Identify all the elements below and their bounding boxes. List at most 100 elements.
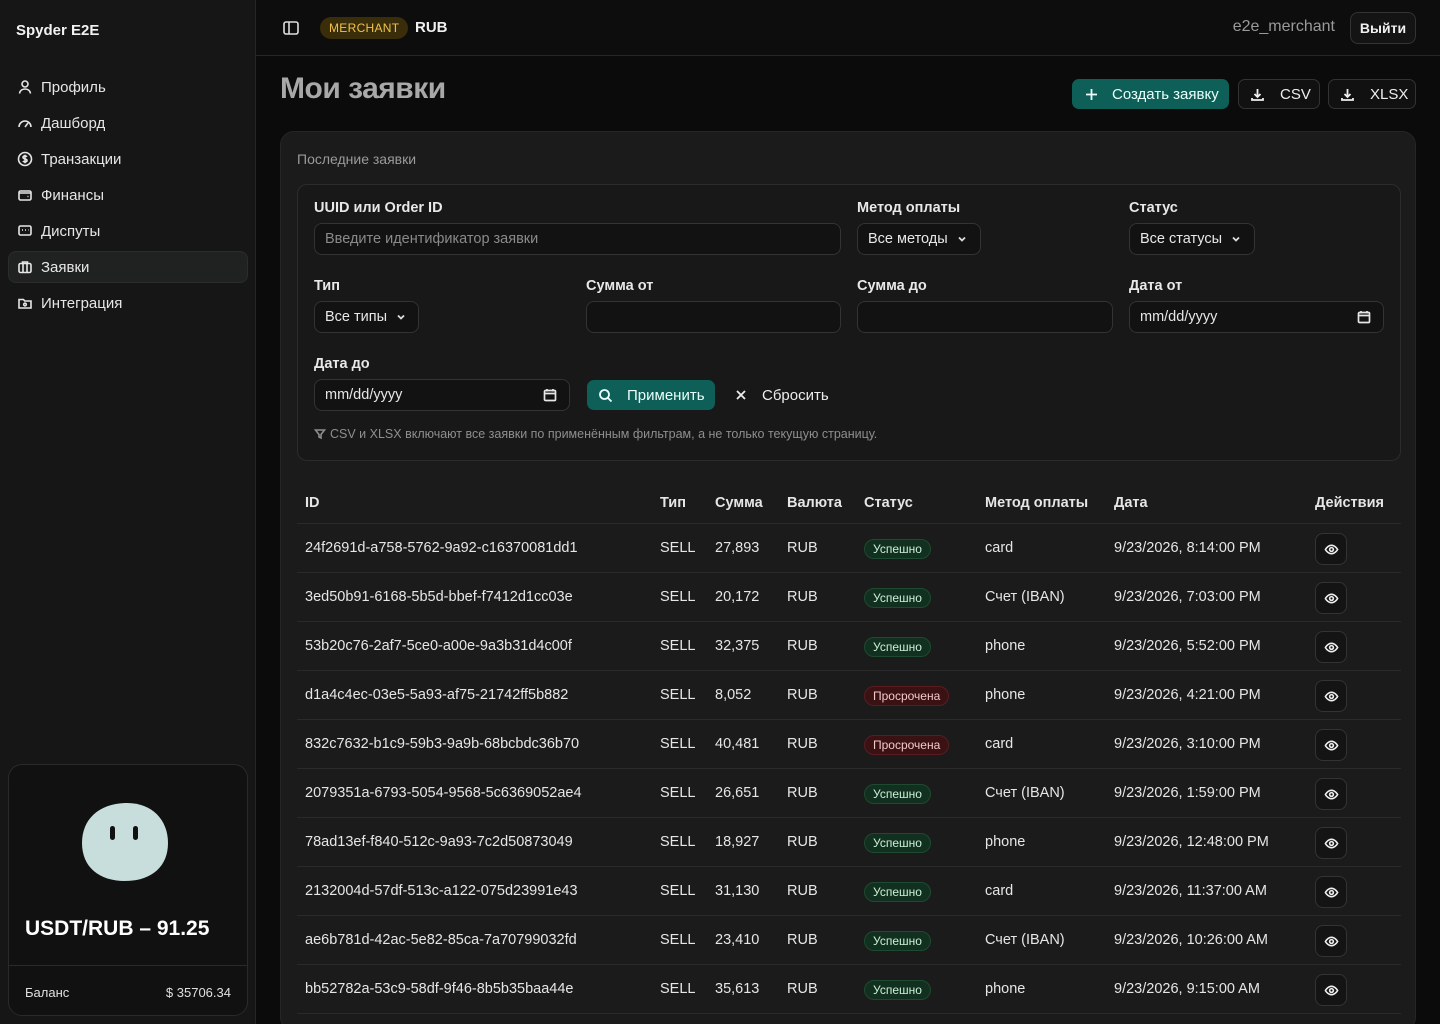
date-to-value: mm/dd/yyyy — [325, 387, 403, 403]
status-select-value: Все статусы — [1140, 231, 1223, 247]
cell-type: SELL — [660, 638, 696, 654]
col-method[interactable]: Метод оплаты — [985, 495, 1088, 511]
cell-date: 9/23/2026, 12:48:00 PM — [1114, 834, 1269, 850]
col-status[interactable]: Статус — [864, 495, 913, 511]
cell-date: 9/23/2026, 4:21:00 PM — [1114, 687, 1261, 703]
cell-currency: RUB — [787, 687, 818, 703]
table-row[interactable]: d1a4c4ec-03e5-5a93-af75-21742ff5b882 SELL… — [297, 671, 1401, 720]
table-row[interactable]: 832c7632-b1c9-59b3-9a9b-68bcbdc36b70 SELL… — [297, 720, 1401, 769]
table-row[interactable]: bb52782a-53c9-58df-9f46-8b5b35baa44e SELL… — [297, 965, 1401, 1014]
col-date[interactable]: Дата — [1114, 495, 1148, 511]
sidebar-item-label: Транзакции — [41, 150, 122, 168]
view-button[interactable] — [1315, 533, 1347, 565]
status-badge: Успешно — [864, 539, 931, 559]
cell-type: SELL — [660, 736, 696, 752]
briefcase-icon — [17, 259, 33, 275]
eye-icon — [1324, 641, 1338, 653]
table-row[interactable]: ae6b781d-42ac-5e82-85ca-7a70799032fd SELL… — [297, 916, 1401, 965]
view-button[interactable] — [1315, 876, 1347, 908]
sidebar-toggle-icon[interactable] — [282, 19, 300, 37]
sum-from-input[interactable] — [586, 301, 841, 333]
chevron-down-icon — [397, 314, 405, 320]
eye-icon — [1324, 886, 1338, 898]
view-button[interactable] — [1315, 925, 1347, 957]
cell-currency: RUB — [787, 932, 818, 948]
table-row[interactable]: 78ad13ef-f840-512c-9a93-7c2d50873049 SELL… — [297, 818, 1401, 867]
cell-date: 9/23/2026, 11:37:00 AM — [1114, 883, 1267, 899]
cell-type: SELL — [660, 589, 696, 605]
logout-button[interactable]: Выйти — [1350, 12, 1416, 44]
sidebar-item-label: Интеграция — [41, 294, 123, 312]
view-button[interactable] — [1315, 974, 1347, 1006]
status-badge: Успешно — [864, 784, 931, 804]
create-request-button[interactable]: Создать заявку — [1072, 79, 1229, 109]
table-row[interactable]: 2132004d-57df-513c-a122-075d23991e43 SELL… — [297, 867, 1401, 916]
sidebar-item-integration[interactable]: Интеграция — [8, 287, 248, 319]
status-badge: Успешно — [864, 588, 931, 608]
table-header: ID Тип Сумма Валюта Статус Метод оплаты … — [297, 484, 1401, 524]
eye-icon — [1324, 984, 1338, 996]
cell-type: SELL — [660, 981, 696, 997]
user-icon — [17, 79, 33, 95]
cell-sum: 32,375 — [715, 638, 760, 654]
cell-sum: 8,052 — [715, 687, 752, 703]
view-button[interactable] — [1315, 582, 1347, 614]
eye-icon — [1324, 837, 1338, 849]
gauge-icon — [17, 115, 33, 131]
cell-type: SELL — [660, 540, 696, 556]
date-to-input[interactable]: mm/dd/yyyy — [314, 379, 570, 411]
cell-currency: RUB — [787, 638, 818, 654]
currency-label: RUB — [415, 19, 448, 36]
method-select[interactable]: Все методы — [857, 223, 981, 255]
sidebar-item-finance[interactable]: Финансы — [8, 179, 248, 211]
reset-label: Сбросить — [762, 386, 829, 404]
sidebar-item-label: Заявки — [41, 258, 90, 276]
page-title: Мои заявки — [280, 72, 446, 105]
cell-id: 2132004d-57df-513c-a122-075d23991e43 — [305, 883, 578, 899]
sidebar-item-profile[interactable]: Профиль — [8, 71, 248, 103]
table-row[interactable]: 53b20c76-2af7-5ce0-a00e-9a3b31d4c00f SELL… — [297, 622, 1401, 671]
exchange-rate: USDT/RUB – 91.25 — [25, 917, 210, 940]
eye-icon — [1324, 690, 1338, 702]
folder-icon — [17, 295, 33, 311]
uuid-input[interactable]: Введите идентификатор заявки — [314, 223, 841, 255]
sidebar-item-disputes[interactable]: Диспуты — [8, 215, 248, 247]
col-type[interactable]: Тип — [660, 495, 686, 511]
table-row[interactable]: 2079351a-6793-5054-9568-5c6369052ae4 SELL… — [297, 769, 1401, 818]
view-button[interactable] — [1315, 778, 1347, 810]
col-id[interactable]: ID — [305, 495, 320, 511]
export-csv-button[interactable]: CSV — [1238, 79, 1320, 109]
cell-currency: RUB — [787, 736, 818, 752]
cell-method: phone — [985, 834, 1026, 850]
export-xlsx-button[interactable]: XLSX — [1328, 79, 1416, 109]
view-button[interactable] — [1315, 729, 1347, 761]
cell-currency: RUB — [787, 981, 818, 997]
sum-to-input[interactable] — [857, 301, 1113, 333]
view-button[interactable] — [1315, 631, 1347, 663]
apply-filters-button[interactable]: Применить — [587, 380, 715, 410]
cell-id: 832c7632-b1c9-59b3-9a9b-68bcbdc36b70 — [305, 736, 580, 752]
cell-type: SELL — [660, 932, 696, 948]
cell-date: 9/23/2026, 7:03:00 PM — [1114, 589, 1261, 605]
sidebar-item-requests[interactable]: Заявки — [8, 251, 248, 283]
col-sum[interactable]: Сумма — [715, 495, 763, 511]
method-select-value: Все методы — [868, 231, 948, 247]
view-button[interactable] — [1315, 827, 1347, 859]
reset-filters-button[interactable]: Сбросить — [734, 380, 829, 410]
sidebar-item-transactions[interactable]: Транзакции — [8, 143, 248, 175]
cell-date: 9/23/2026, 8:14:00 PM — [1114, 540, 1261, 556]
table-row[interactable]: 3ed50b91-6168-5b5d-bbef-f7412d1cc03e SELL… — [297, 573, 1401, 622]
col-currency[interactable]: Валюта — [787, 495, 842, 511]
view-button[interactable] — [1315, 680, 1347, 712]
table-row[interactable]: 24f2691d-a758-5762-9a92-c16370081dd1 SELL… — [297, 524, 1401, 573]
cell-id: 3ed50b91-6168-5b5d-bbef-f7412d1cc03e — [305, 589, 573, 605]
download-icon — [1251, 88, 1264, 101]
export-xlsx-label: XLSX — [1370, 85, 1409, 103]
dollar-circle-icon — [17, 151, 33, 167]
cell-id: bb52782a-53c9-58df-9f46-8b5b35baa44e — [305, 981, 574, 997]
status-select[interactable]: Все статусы — [1129, 223, 1255, 255]
date-from-input[interactable]: mm/dd/yyyy — [1129, 301, 1384, 333]
type-select[interactable]: Все типы — [314, 301, 419, 333]
close-icon — [736, 390, 746, 400]
sidebar-item-dashboard[interactable]: Дашборд — [8, 107, 248, 139]
